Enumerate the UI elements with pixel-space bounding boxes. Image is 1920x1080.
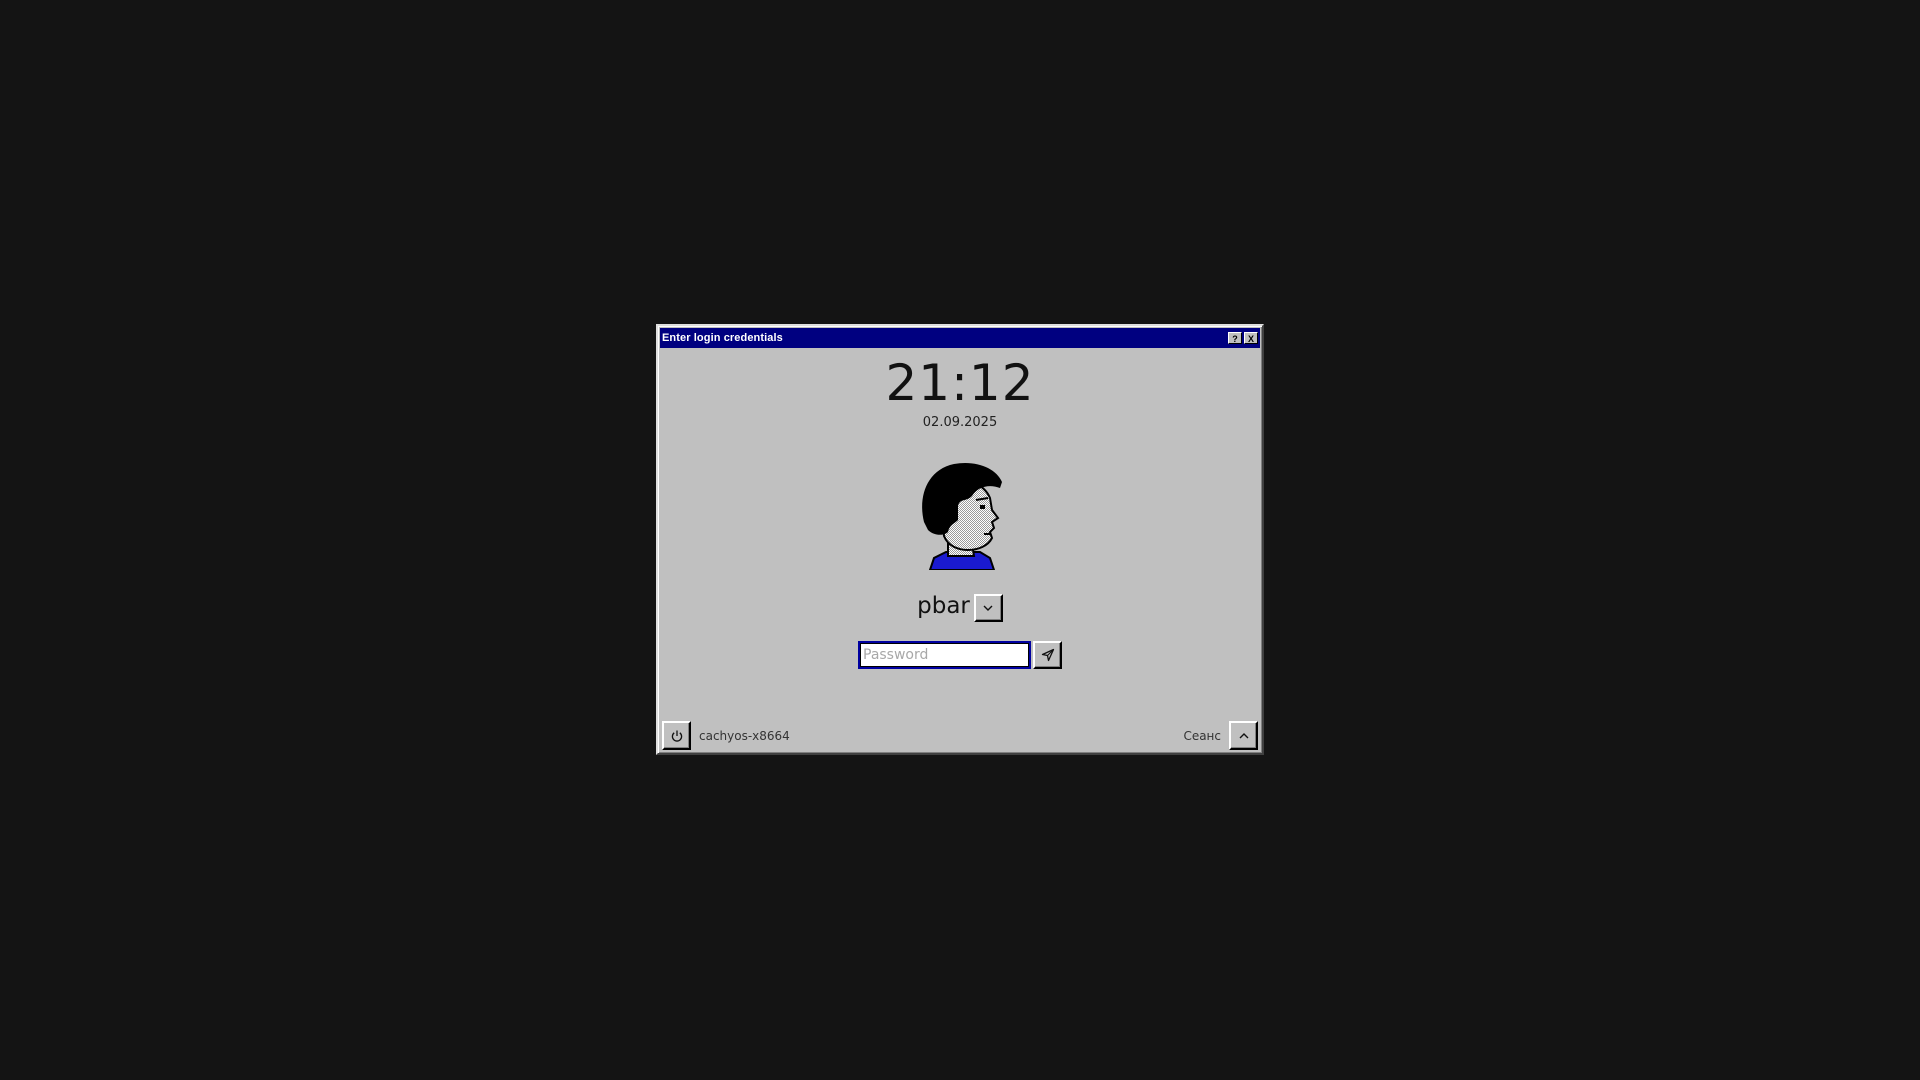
power-icon xyxy=(671,730,682,742)
username-label: pbar xyxy=(917,593,970,619)
dialog-titlebar[interactable]: Enter login credentials ? X xyxy=(660,328,1260,348)
dialog-title: Enter login credentials xyxy=(662,332,783,344)
password-row xyxy=(658,641,1262,669)
password-input[interactable] xyxy=(858,641,1031,669)
footer-right: Сеанс xyxy=(1183,721,1258,750)
login-dialog: Enter login credentials ? X 21:12 02.09.… xyxy=(656,324,1264,755)
titlebar-buttons: ? X xyxy=(1228,332,1258,344)
user-dropdown-button[interactable] xyxy=(973,594,1003,622)
session-select-button[interactable] xyxy=(1229,721,1258,750)
power-button[interactable] xyxy=(662,721,691,750)
hostname-label: cachyos-x8664 xyxy=(699,728,790,743)
chevron-up-icon xyxy=(1239,732,1248,738)
session-label: Сеанс xyxy=(1183,728,1221,743)
clock-date: 02.09.2025 xyxy=(922,415,998,430)
close-button[interactable]: X xyxy=(1244,332,1258,344)
user-avatar xyxy=(922,462,1002,570)
login-submit-button[interactable] xyxy=(1033,641,1062,669)
clock-time: 21:12 xyxy=(885,354,1035,412)
help-button[interactable]: ? xyxy=(1228,332,1242,344)
send-icon xyxy=(1041,648,1054,662)
user-selector: pbar xyxy=(658,590,1262,622)
chevron-down-icon xyxy=(983,605,993,611)
footer-left: cachyos-x8664 xyxy=(662,721,790,750)
lock-screen-background: Enter login credentials ? X 21:12 02.09.… xyxy=(0,0,1920,1080)
